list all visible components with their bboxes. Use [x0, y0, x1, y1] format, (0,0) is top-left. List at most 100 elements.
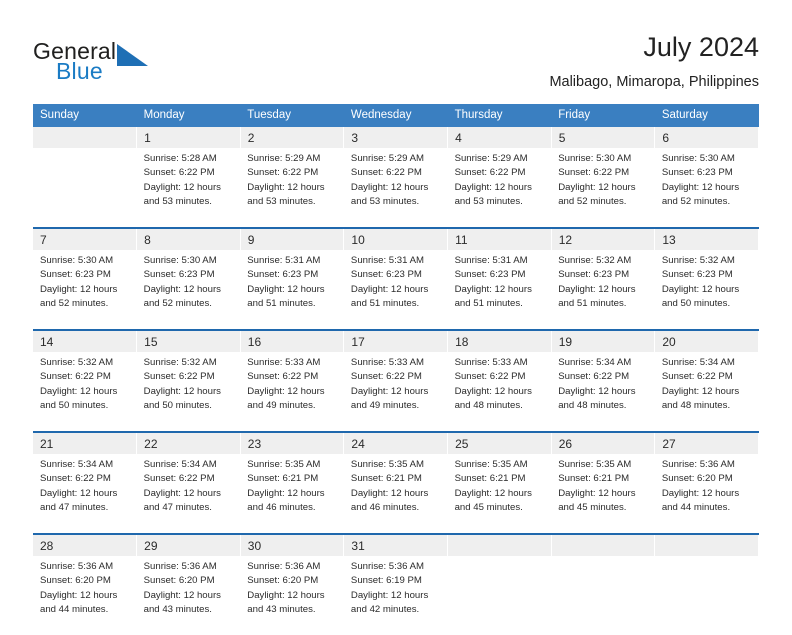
- day-cell[interactable]: Sunrise: 5:29 AM Sunset: 6:22 PM Daylight:…: [240, 148, 344, 221]
- day-number[interactable]: 20: [654, 331, 759, 352]
- day-daylight-line: and 50 minutes.: [661, 298, 731, 310]
- day-number[interactable]: 10: [343, 229, 449, 250]
- day-number[interactable]: 15: [136, 331, 241, 352]
- day-cell[interactable]: Sunrise: 5:35 AM Sunset: 6:21 PM Daylight:…: [551, 454, 655, 527]
- day-cell[interactable]: Sunrise: 5:33 AM Sunset: 6:22 PM Daylight:…: [343, 352, 448, 425]
- day-sunrise-line: Sunrise: 5:32 AM: [558, 255, 632, 266]
- day-number[interactable]: 14: [33, 331, 138, 352]
- day-cell[interactable]: Sunrise: 5:31 AM Sunset: 6:23 PM Daylight:…: [343, 250, 448, 323]
- day-sunrise-line: Sunrise: 5:35 AM: [558, 459, 632, 470]
- day-number[interactable]: 18: [447, 331, 552, 352]
- weekday-header-tuesday: Tuesday: [240, 104, 344, 127]
- day-number[interactable]: 1: [136, 127, 241, 148]
- day-cell[interactable]: Sunrise: 5:36 AM Sunset: 6:20 PM Daylight:…: [654, 454, 759, 527]
- day-number[interactable]: 7: [33, 229, 138, 250]
- day-cell[interactable]: Sunrise: 5:28 AM Sunset: 6:22 PM Daylight:…: [136, 148, 241, 221]
- day-number[interactable]: 9: [240, 229, 345, 250]
- day-sunset-line: Sunset: 6:23 PM: [661, 167, 733, 179]
- day-number[interactable]: 31: [343, 535, 449, 556]
- day-cell[interactable]: Sunrise: 5:35 AM Sunset: 6:21 PM Daylight:…: [447, 454, 552, 527]
- day-number[interactable]: 11: [447, 229, 552, 250]
- day-sunrise-line: Sunrise: 5:30 AM: [558, 153, 632, 164]
- day-number[interactable]: 8: [136, 229, 241, 250]
- day-number[interactable]: 16: [240, 331, 345, 352]
- day-sunset-line: Sunset: 6:22 PM: [661, 371, 733, 383]
- day-number[interactable]: 30: [240, 535, 345, 556]
- day-number[interactable]: 22: [136, 433, 241, 454]
- day-number[interactable]: 12: [551, 229, 656, 250]
- day-cell[interactable]: Sunrise: 5:30 AM Sunset: 6:23 PM Daylight:…: [654, 148, 759, 221]
- day-cell-empty: [33, 148, 137, 221]
- day-sunrise-line: Sunrise: 5:31 AM: [247, 255, 321, 266]
- day-sunset-line: Sunset: 6:20 PM: [247, 575, 319, 587]
- day-cell[interactable]: Sunrise: 5:34 AM Sunset: 6:22 PM Daylight:…: [654, 352, 759, 425]
- day-number[interactable]: 25: [447, 433, 552, 454]
- day-number[interactable]: 27: [654, 433, 759, 454]
- day-sunrise-line: Sunrise: 5:32 AM: [143, 357, 217, 368]
- day-number[interactable]: 28: [33, 535, 138, 556]
- day-cell[interactable]: Sunrise: 5:30 AM Sunset: 6:22 PM Daylight:…: [551, 148, 655, 221]
- day-cell[interactable]: Sunrise: 5:32 AM Sunset: 6:22 PM Daylight:…: [136, 352, 241, 425]
- day-details-row: Sunrise: 5:36 AM Sunset: 6:20 PM Daylight:…: [33, 556, 759, 629]
- day-sunrise-line: Sunrise: 5:36 AM: [143, 561, 217, 572]
- day-daylight-line: Daylight: 12 hours: [40, 385, 118, 397]
- day-cell[interactable]: Sunrise: 5:30 AM Sunset: 6:23 PM Daylight:…: [33, 250, 137, 323]
- day-daylight-line: Daylight: 12 hours: [558, 385, 636, 397]
- day-cell[interactable]: Sunrise: 5:32 AM Sunset: 6:23 PM Daylight:…: [551, 250, 655, 323]
- day-number[interactable]: 24: [343, 433, 449, 454]
- day-cell[interactable]: Sunrise: 5:31 AM Sunset: 6:23 PM Daylight:…: [447, 250, 552, 323]
- day-sunrise-line: Sunrise: 5:33 AM: [454, 357, 528, 368]
- day-number[interactable]: 3: [343, 127, 449, 148]
- day-sunrise-line: Sunrise: 5:34 AM: [661, 357, 735, 368]
- day-sunrise-line: Sunrise: 5:32 AM: [661, 255, 735, 266]
- day-cell[interactable]: Sunrise: 5:32 AM Sunset: 6:23 PM Daylight:…: [654, 250, 759, 323]
- day-sunset-line: Sunset: 6:20 PM: [143, 575, 215, 587]
- day-cell[interactable]: Sunrise: 5:32 AM Sunset: 6:22 PM Daylight:…: [33, 352, 137, 425]
- day-number-row: 21 22 23 24 25 26 27: [33, 433, 759, 454]
- day-sunrise-line: Sunrise: 5:30 AM: [40, 255, 114, 266]
- day-daylight-line: and 43 minutes.: [143, 604, 212, 616]
- page-subtitle-location: Malibago, Mimaropa, Philippines: [549, 74, 759, 90]
- day-sunset-line: Sunset: 6:22 PM: [350, 167, 422, 179]
- day-number[interactable]: 6: [654, 127, 759, 148]
- day-cell[interactable]: Sunrise: 5:34 AM Sunset: 6:22 PM Daylight:…: [551, 352, 655, 425]
- day-cell[interactable]: Sunrise: 5:34 AM Sunset: 6:22 PM Daylight:…: [136, 454, 241, 527]
- day-cell[interactable]: Sunrise: 5:29 AM Sunset: 6:22 PM Daylight:…: [343, 148, 448, 221]
- day-number[interactable]: 4: [447, 127, 552, 148]
- day-number[interactable]: 2: [240, 127, 345, 148]
- day-sunset-line: Sunset: 6:22 PM: [143, 371, 215, 383]
- day-daylight-line: and 53 minutes.: [454, 196, 523, 208]
- day-number[interactable]: 5: [551, 127, 656, 148]
- day-number[interactable]: 17: [343, 331, 449, 352]
- day-number[interactable]: 29: [136, 535, 241, 556]
- day-daylight-line: and 52 minutes.: [40, 298, 109, 310]
- day-cell[interactable]: Sunrise: 5:31 AM Sunset: 6:23 PM Daylight:…: [240, 250, 344, 323]
- day-cell[interactable]: Sunrise: 5:33 AM Sunset: 6:22 PM Daylight:…: [240, 352, 344, 425]
- day-cell[interactable]: Sunrise: 5:33 AM Sunset: 6:22 PM Daylight:…: [447, 352, 552, 425]
- day-number[interactable]: 13: [654, 229, 759, 250]
- day-cell[interactable]: Sunrise: 5:36 AM Sunset: 6:19 PM Daylight:…: [343, 556, 448, 629]
- day-sunrise-line: Sunrise: 5:29 AM: [247, 153, 321, 164]
- day-daylight-line: and 43 minutes.: [247, 604, 316, 616]
- day-cell[interactable]: Sunrise: 5:35 AM Sunset: 6:21 PM Daylight:…: [240, 454, 344, 527]
- day-number[interactable]: 19: [551, 331, 656, 352]
- day-number[interactable]: 21: [33, 433, 138, 454]
- day-sunset-line: Sunset: 6:20 PM: [40, 575, 111, 587]
- day-cell[interactable]: Sunrise: 5:36 AM Sunset: 6:20 PM Daylight:…: [33, 556, 137, 629]
- day-sunset-line: Sunset: 6:20 PM: [661, 473, 733, 485]
- day-sunset-line: Sunset: 6:22 PM: [143, 473, 215, 485]
- day-cell[interactable]: Sunrise: 5:35 AM Sunset: 6:21 PM Daylight:…: [343, 454, 448, 527]
- day-cell[interactable]: Sunrise: 5:36 AM Sunset: 6:20 PM Daylight:…: [240, 556, 344, 629]
- day-cell[interactable]: Sunrise: 5:30 AM Sunset: 6:23 PM Daylight:…: [136, 250, 241, 323]
- day-cell[interactable]: Sunrise: 5:29 AM Sunset: 6:22 PM Daylight:…: [447, 148, 552, 221]
- day-daylight-line: and 45 minutes.: [454, 502, 523, 514]
- day-number[interactable]: 23: [240, 433, 345, 454]
- day-number[interactable]: 26: [551, 433, 656, 454]
- day-cell[interactable]: Sunrise: 5:34 AM Sunset: 6:22 PM Daylight:…: [33, 454, 137, 527]
- day-daylight-line: and 53 minutes.: [247, 196, 316, 208]
- day-daylight-line: and 49 minutes.: [247, 400, 316, 412]
- day-sunrise-line: Sunrise: 5:34 AM: [558, 357, 632, 368]
- day-cell[interactable]: Sunrise: 5:36 AM Sunset: 6:20 PM Daylight:…: [136, 556, 241, 629]
- day-daylight-line: Daylight: 12 hours: [454, 487, 532, 499]
- sunrise-sunset-calendar-table: Sunday Monday Tuesday Wednesday Thursday…: [33, 104, 759, 635]
